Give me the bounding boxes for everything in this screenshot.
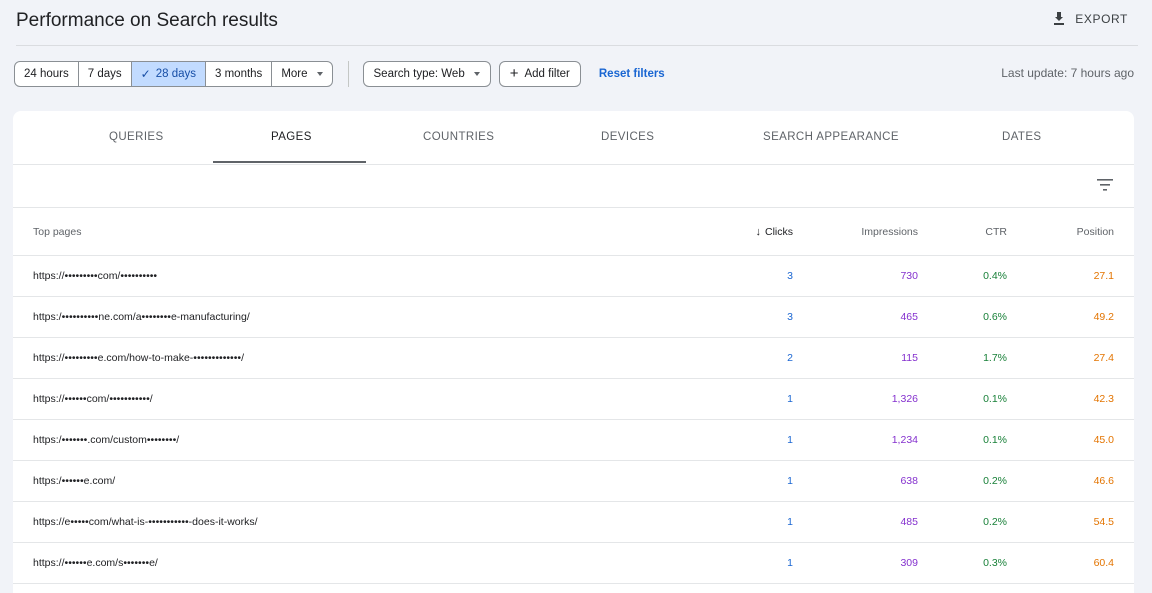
- table-row[interactable]: https:/••••••e.com/ 1 638 0.2% 46.6: [13, 461, 1134, 502]
- tab-dates[interactable]: DATES: [1002, 131, 1042, 143]
- row-impressions: 730: [900, 270, 918, 282]
- page-url[interactable]: https:/••••••••••ne.com/a••••••••e-manuf…: [33, 311, 250, 323]
- date-28-days-label: 28 days: [155, 68, 196, 80]
- row-impressions: 115: [901, 352, 918, 364]
- table-row[interactable]: https://••••••e.com/s•••••••e/ 1 309 0.3…: [13, 543, 1134, 584]
- header-ctr[interactable]: CTR: [985, 226, 1007, 238]
- row-clicks: 1: [787, 434, 793, 446]
- date-range-selector: 24 hours 7 days ✓ 28 days 3 months More: [14, 61, 333, 87]
- row-ctr: 1.7%: [983, 352, 1007, 364]
- date-7-days-label: 7 days: [87, 68, 122, 80]
- tab-queries[interactable]: QUERIES: [109, 131, 164, 143]
- download-icon: [1054, 12, 1065, 25]
- page-url[interactable]: https:/•••••••.com/custom••••••••/: [33, 434, 179, 446]
- header-divider: [16, 45, 1138, 46]
- page-url[interactable]: https://••••••com/•••••••••••/: [33, 393, 153, 405]
- date-more-dropdown[interactable]: More: [272, 62, 331, 86]
- tab-search-appearance[interactable]: SEARCH APPEARANCE: [763, 131, 899, 143]
- filter-divider: [347, 61, 349, 87]
- search-type-dropdown[interactable]: Search type: Web: [362, 61, 491, 87]
- row-ctr: 0.4%: [983, 270, 1007, 282]
- date-7-days[interactable]: 7 days: [79, 62, 132, 86]
- row-impressions: 1,326: [891, 393, 918, 405]
- date-3-months[interactable]: 3 months: [206, 62, 273, 86]
- row-ctr: 0.2%: [983, 516, 1007, 528]
- date-28-days[interactable]: ✓ 28 days: [131, 62, 206, 86]
- row-clicks: 3: [787, 270, 793, 282]
- row-clicks: 1: [787, 475, 793, 487]
- row-position: 54.5: [1093, 516, 1114, 528]
- row-clicks: 1: [787, 516, 793, 528]
- add-filter-button[interactable]: + Add filter: [498, 61, 581, 87]
- results-card: QUERIES PAGES COUNTRIES DEVICES SEARCH A…: [13, 111, 1134, 593]
- header-position[interactable]: Position: [1077, 226, 1114, 238]
- row-clicks: 1: [787, 557, 793, 569]
- row-ctr: 0.6%: [983, 311, 1007, 323]
- row-clicks: 2: [787, 352, 793, 364]
- page-url[interactable]: https://e•••••com/what-is-•••••••••••-do…: [33, 516, 258, 528]
- search-type-label: Search type: Web: [373, 68, 465, 80]
- page-url[interactable]: https:/••••••e.com/: [33, 475, 115, 487]
- tab-countries[interactable]: COUNTRIES: [423, 131, 494, 143]
- header-top-pages[interactable]: Top pages: [33, 226, 81, 238]
- tab-devices[interactable]: DEVICES: [601, 131, 654, 143]
- row-position: 27.4: [1093, 352, 1114, 364]
- check-icon: ✓: [140, 67, 151, 81]
- row-position: 49.2: [1093, 311, 1114, 323]
- tab-pages[interactable]: PAGES: [271, 131, 312, 143]
- date-more-label: More: [281, 68, 308, 80]
- row-clicks: 1: [787, 393, 793, 405]
- row-impressions: 1,234: [891, 434, 918, 446]
- caret-down-icon: [316, 72, 323, 76]
- table-row[interactable]: https:/••••••••••ne.com/a••••••••e-manuf…: [13, 297, 1134, 338]
- filter-icon[interactable]: [1097, 179, 1113, 191]
- active-tab-indicator: [213, 161, 366, 163]
- add-filter-label: Add filter: [524, 68, 570, 80]
- row-position: 42.3: [1093, 393, 1114, 405]
- row-ctr: 0.1%: [983, 434, 1007, 446]
- date-3-months-label: 3 months: [215, 68, 263, 80]
- table-row[interactable]: https://•••••••••e.com/how-to-make-•••••…: [13, 338, 1134, 379]
- row-impressions: 485: [900, 516, 918, 528]
- row-position: 60.4: [1093, 557, 1114, 569]
- table-row[interactable]: https://••••••com/•••••••••••/ 1 1,326 0…: [13, 379, 1134, 420]
- table-row[interactable]: https://e•••••com/what-is-•••••••••••-do…: [13, 502, 1134, 543]
- table-header: Top pages ↓ Clicks Impressions CTR Positi…: [13, 208, 1134, 256]
- date-24-hours[interactable]: 24 hours: [15, 62, 79, 86]
- tab-bar: QUERIES PAGES COUNTRIES DEVICES SEARCH A…: [13, 111, 1134, 165]
- export-button[interactable]: EXPORT: [1053, 12, 1128, 26]
- sort-down-arrow-icon: ↓: [755, 226, 762, 238]
- row-impressions: 465: [900, 311, 918, 323]
- export-label: EXPORT: [1075, 12, 1128, 26]
- plus-icon: +: [509, 65, 519, 82]
- row-ctr: 0.1%: [983, 393, 1007, 405]
- header-clicks[interactable]: ↓ Clicks: [756, 226, 794, 238]
- row-position: 45.0: [1093, 434, 1114, 446]
- row-position: 46.6: [1093, 475, 1114, 487]
- row-impressions: 638: [900, 475, 918, 487]
- table-toolbar: [13, 165, 1134, 208]
- date-24-hours-label: 24 hours: [24, 68, 69, 80]
- header-clicks-label: Clicks: [765, 226, 793, 238]
- table-row[interactable]: https://•••••••••com/•••••••••• 3 730 0.…: [13, 256, 1134, 297]
- page-url[interactable]: https://•••••••••com/••••••••••: [33, 270, 157, 282]
- page-header: Performance on Search results EXPORT: [0, 0, 1152, 46]
- page-url[interactable]: https://••••••e.com/s•••••••e/: [33, 557, 158, 569]
- page-url[interactable]: https://•••••••••e.com/how-to-make-•••••…: [33, 352, 244, 364]
- row-ctr: 0.2%: [983, 475, 1007, 487]
- last-update-text: Last update: 7 hours ago: [1001, 66, 1134, 80]
- header-impressions[interactable]: Impressions: [861, 226, 918, 238]
- reset-filters-link[interactable]: Reset filters: [599, 68, 665, 80]
- row-ctr: 0.3%: [983, 557, 1007, 569]
- table-row[interactable]: https:/•••••••.com/custom••••••••/ 1 1,2…: [13, 420, 1134, 461]
- row-position: 27.1: [1093, 270, 1114, 282]
- caret-down-icon: [473, 72, 480, 76]
- row-impressions: 309: [900, 557, 918, 569]
- filter-bar: 24 hours 7 days ✓ 28 days 3 months More S…: [14, 61, 665, 87]
- page-title: Performance on Search results: [16, 10, 278, 31]
- row-clicks: 3: [787, 311, 793, 323]
